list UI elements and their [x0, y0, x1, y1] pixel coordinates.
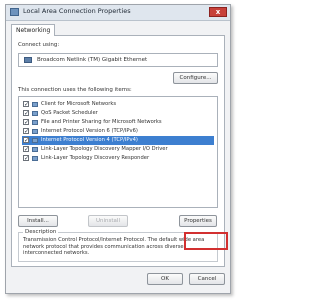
network-service-icon [32, 111, 38, 116]
network-protocol-icon [32, 156, 38, 161]
tab-networking[interactable]: Networking [11, 24, 56, 36]
network-connection-icon [10, 8, 19, 16]
connect-using-label: Connect using: [18, 42, 60, 48]
window-title: Local Area Connection Properties [23, 7, 131, 15]
description-title: Description [23, 229, 59, 235]
network-adapter-icon [24, 57, 32, 63]
install-button[interactable]: Install... [18, 215, 58, 227]
item-label: File and Printer Sharing for Microsoft N… [41, 119, 162, 125]
list-item[interactable]: ✓ Internet Protocol Version 6 (TCP/IPv6) [22, 127, 214, 136]
list-item-selected[interactable]: ✓ Internet Protocol Version 4 (TCP/IPv4) [22, 136, 214, 145]
item-label: Link-Layer Topology Discovery Responder [41, 155, 150, 161]
item-label: Internet Protocol Version 6 (TCP/IPv6) [41, 128, 138, 134]
item-checkbox[interactable]: ✓ [23, 110, 29, 117]
item-checkbox[interactable]: ✓ [23, 155, 29, 162]
close-button[interactable]: x [209, 7, 227, 17]
properties-button[interactable]: Properties [179, 215, 217, 227]
list-item[interactable]: ✓ File and Printer Sharing for Microsoft… [22, 118, 214, 127]
item-checkbox[interactable]: ✓ [23, 137, 29, 144]
network-service-icon [32, 120, 38, 125]
item-checkbox[interactable]: ✓ [23, 119, 29, 126]
list-item[interactable]: ✓ QoS Packet Scheduler [22, 109, 214, 118]
properties-highlight-box [184, 232, 228, 250]
properties-dialog: Local Area Connection Properties x Netwo… [5, 4, 231, 294]
network-protocol-icon [32, 147, 38, 152]
item-label: QoS Packet Scheduler [41, 110, 98, 116]
list-item[interactable]: ✓ Client for Microsoft Networks [22, 100, 214, 109]
item-checkbox[interactable]: ✓ [23, 101, 29, 108]
item-label: Internet Protocol Version 4 (TCP/IPv4) [41, 137, 138, 143]
items-label: This connection uses the following items… [18, 87, 132, 93]
adapter-field: Broadcom Netlink (TM) Gigabit Ethernet [18, 53, 218, 67]
uninstall-button[interactable]: Uninstall [88, 215, 128, 227]
item-checkbox[interactable]: ✓ [23, 146, 29, 153]
item-checkbox[interactable]: ✓ [23, 128, 29, 135]
ok-button[interactable]: OK [147, 273, 183, 285]
item-label: Link-Layer Topology Discovery Mapper I/O… [41, 146, 168, 152]
cancel-button[interactable]: Cancel [189, 273, 225, 285]
item-label: Client for Microsoft Networks [41, 101, 117, 107]
items-list: ✓ Client for Microsoft Networks ✓ QoS Pa… [18, 96, 218, 208]
adapter-name: Broadcom Netlink (TM) Gigabit Ethernet [37, 57, 148, 63]
list-item[interactable]: ✓ Link-Layer Topology Discovery Responde… [22, 154, 214, 163]
network-client-icon [32, 102, 38, 107]
configure-button[interactable]: Configure... [173, 72, 218, 84]
network-protocol-icon [32, 138, 38, 143]
network-protocol-icon [32, 129, 38, 134]
list-item[interactable]: ✓ Link-Layer Topology Discovery Mapper I… [22, 145, 214, 154]
title-bar[interactable]: Local Area Connection Properties x [6, 5, 230, 21]
